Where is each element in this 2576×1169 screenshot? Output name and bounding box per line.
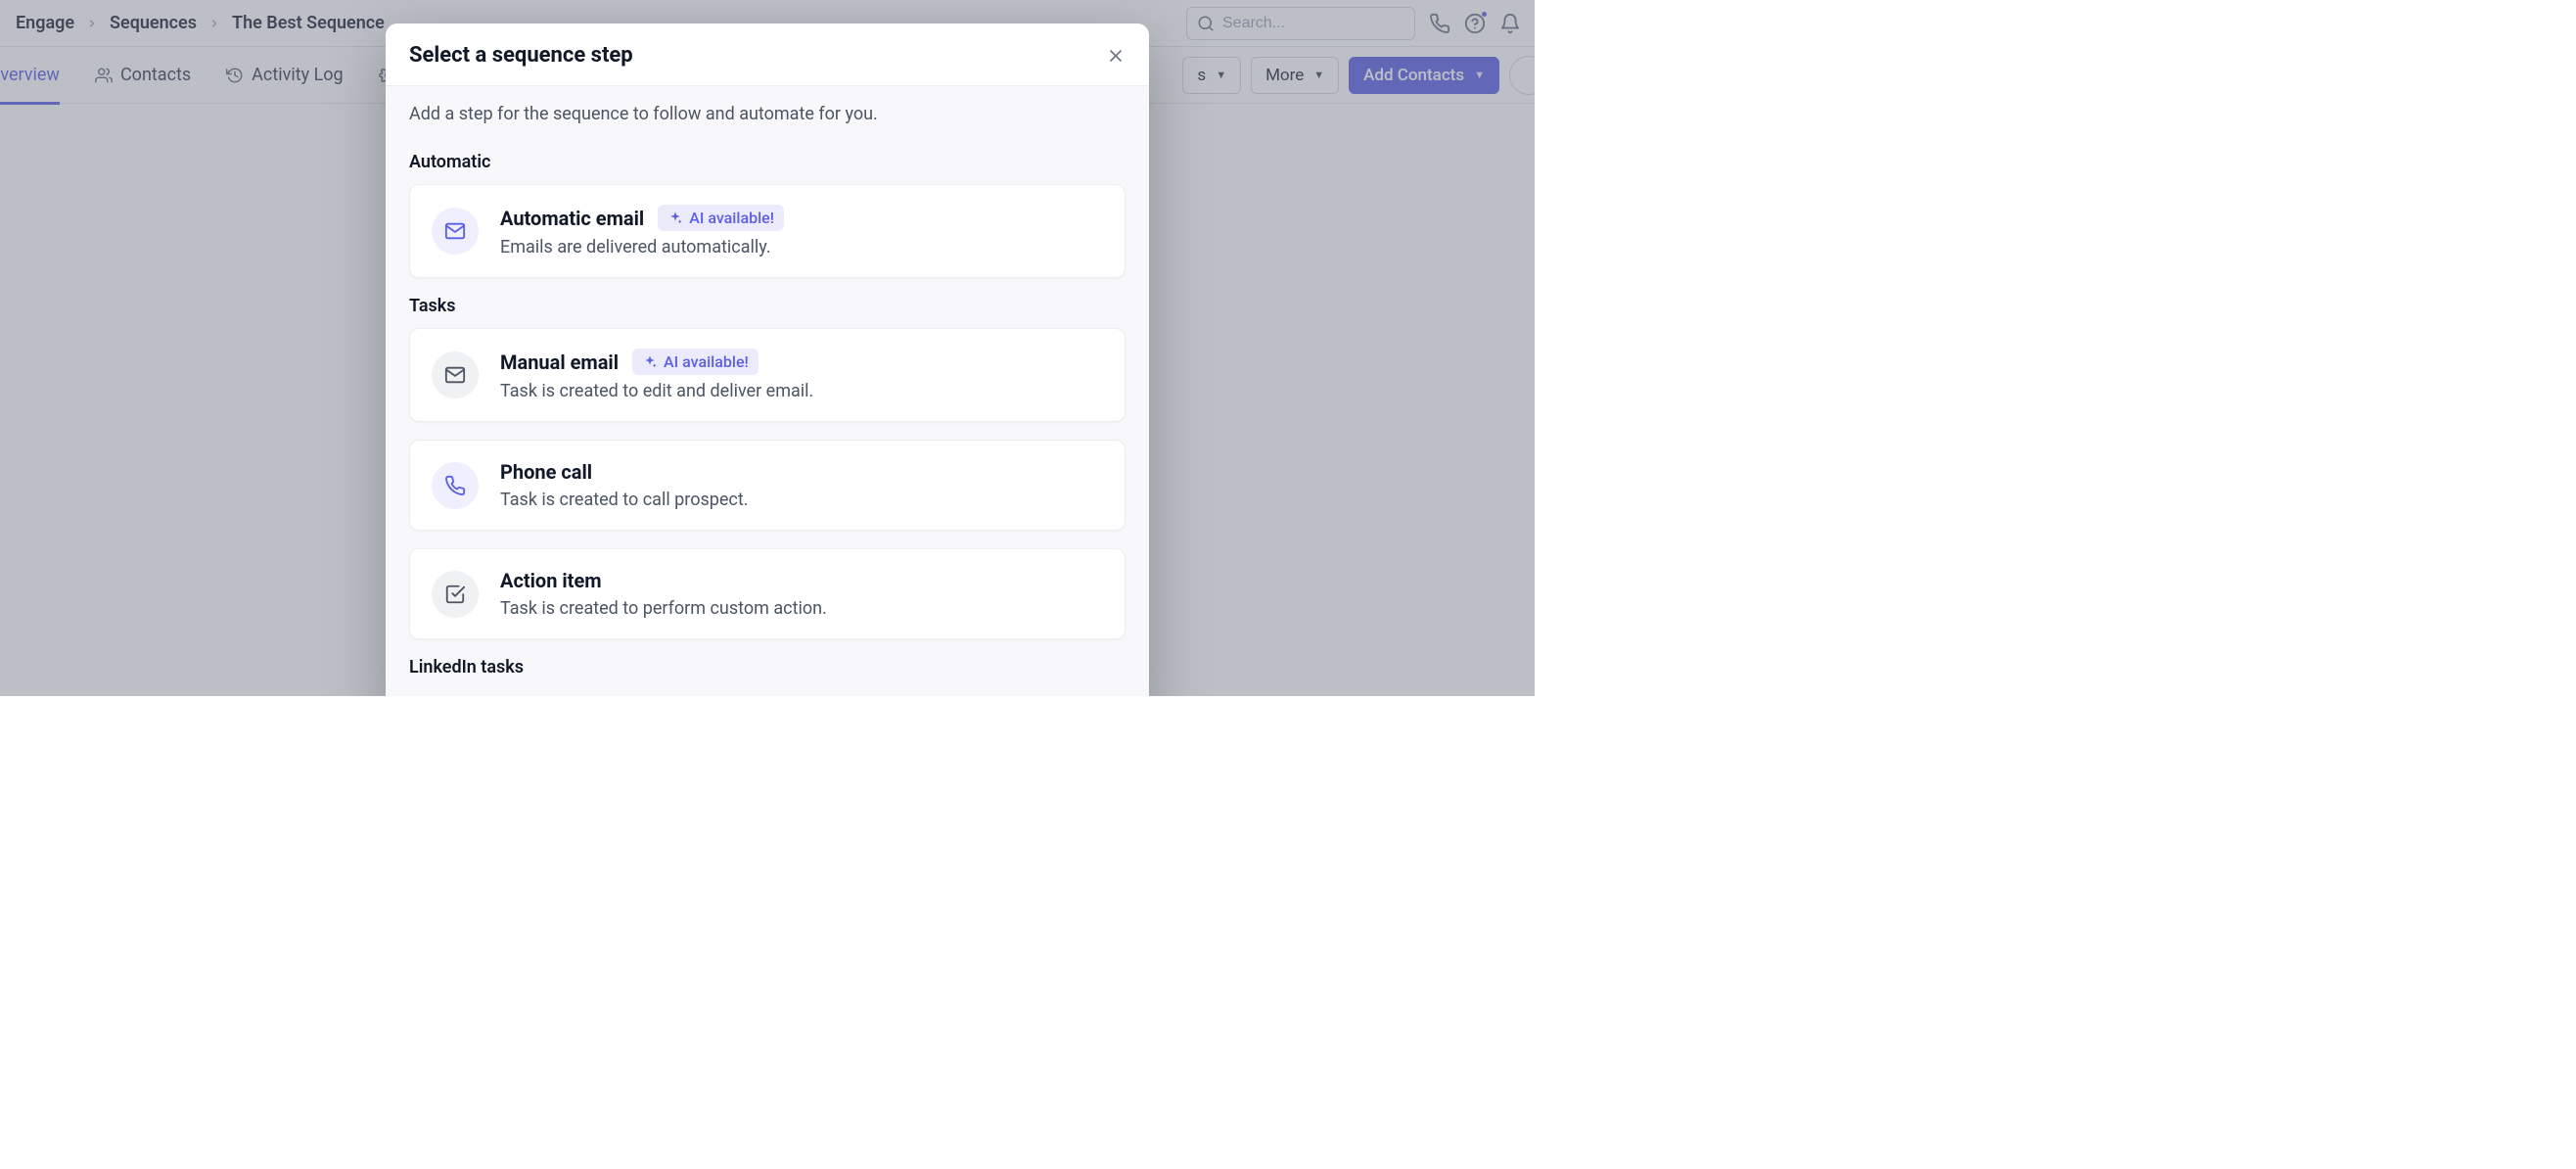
section-automatic-label: Automatic: [409, 152, 1126, 172]
ai-badge: AI available!: [632, 349, 759, 375]
option-action-item[interactable]: Action item Task is created to perform c…: [409, 548, 1126, 639]
close-icon: [1106, 46, 1126, 66]
check-square-icon: [432, 571, 479, 618]
option-title: Manual email: [500, 351, 619, 374]
phone-icon: [432, 462, 479, 509]
option-title: Automatic email: [500, 207, 644, 230]
option-phone-call[interactable]: Phone call Task is created to call prosp…: [409, 440, 1126, 531]
option-manual-email[interactable]: Manual email AI available! Task is creat…: [409, 328, 1126, 422]
modal-overlay[interactable]: Select a sequence step Add a step for th…: [0, 0, 1535, 696]
modal-close-button[interactable]: [1106, 46, 1126, 66]
option-title: Action item: [500, 569, 602, 592]
option-title: Phone call: [500, 460, 592, 484]
select-step-modal: Select a sequence step Add a step for th…: [386, 23, 1149, 696]
section-tasks-label: Tasks: [409, 296, 1126, 316]
option-desc: Emails are delivered automatically.: [500, 237, 1103, 257]
section-linkedin-label: LinkedIn tasks: [409, 657, 1126, 678]
sparkle-icon: [642, 354, 658, 370]
option-desc: Task is created to edit and deliver emai…: [500, 381, 1103, 401]
ai-badge: AI available!: [658, 205, 784, 231]
option-desc: Task is created to call prospect.: [500, 490, 1103, 510]
ai-badge-label: AI available!: [664, 352, 749, 371]
option-automatic-email[interactable]: Automatic email AI available! Emails are…: [409, 184, 1126, 278]
mail-icon: [432, 351, 479, 398]
modal-subtitle: Add a step for the sequence to follow an…: [409, 104, 1126, 124]
mail-icon: [432, 208, 479, 255]
ai-badge-label: AI available!: [689, 209, 774, 227]
modal-title: Select a sequence step: [409, 43, 633, 68]
sparkle-icon: [667, 210, 683, 226]
option-desc: Task is created to perform custom action…: [500, 598, 1103, 619]
